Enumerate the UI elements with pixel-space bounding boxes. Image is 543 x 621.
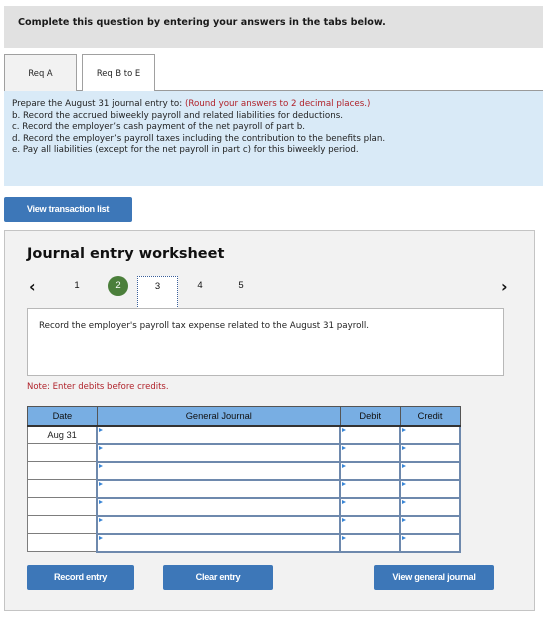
journal-row	[27, 442, 461, 463]
credit-input[interactable]	[399, 424, 461, 445]
account-input[interactable]	[96, 478, 342, 499]
date-cell	[27, 533, 98, 552]
debit-input[interactable]	[339, 496, 402, 517]
debit-input[interactable]	[339, 478, 402, 499]
date-cell	[27, 443, 98, 462]
journal-row	[27, 514, 461, 535]
step-4[interactable]: 4	[192, 276, 208, 296]
journal-row	[27, 460, 461, 481]
journal-entry-worksheet: Journal entry worksheet ‹ 1 2 3 4 5 › Re…	[4, 230, 535, 611]
general-journal-header: General Journal	[96, 406, 341, 427]
debit-input[interactable]	[339, 442, 402, 463]
prompt-item-b: b. Record the accrued biweekly payroll a…	[12, 110, 343, 121]
task-description: Record the employer's payroll tax expens…	[27, 308, 504, 376]
clear-entry-button[interactable]: Clear entry	[163, 565, 273, 590]
journal-table: Date General Journal Debit Credit Aug 31	[27, 406, 461, 553]
debit-input[interactable]	[339, 532, 402, 553]
rounding-hint: (Round your answers to 2 decimal places.…	[184, 99, 371, 109]
debit-input[interactable]	[339, 460, 402, 481]
requirement-prompt: Prepare the August 31 journal entry to: …	[4, 91, 543, 186]
prompt-item-e: e. Pay all liabilities (except for the n…	[12, 145, 359, 155]
prompt-item-c: c. Record the employer’s cash payment of…	[12, 122, 306, 132]
date-cell	[27, 479, 98, 498]
step-1[interactable]: 1	[69, 276, 85, 296]
prompt-intro-line: Prepare the August 31 journal entry to: …	[12, 99, 543, 111]
chevron-right-icon[interactable]: ›	[501, 277, 508, 296]
account-input[interactable]	[96, 442, 342, 463]
prompt-item-d: d. Record the employer’s payroll taxes i…	[12, 133, 386, 144]
credit-input[interactable]	[399, 532, 461, 553]
worksheet-title: Journal entry worksheet	[27, 246, 225, 262]
step-2-completed[interactable]: 2	[108, 276, 128, 296]
credit-input[interactable]	[399, 496, 461, 517]
date-cell: Aug 31	[27, 425, 98, 444]
account-input[interactable]	[96, 532, 342, 553]
step-3-current[interactable]: 3	[137, 276, 178, 311]
instructions-bar: Complete this question by entering your …	[4, 6, 543, 48]
credit-input[interactable]	[399, 514, 461, 535]
account-input[interactable]	[96, 514, 342, 535]
date-cell	[27, 461, 98, 480]
credit-input[interactable]	[399, 442, 461, 463]
account-input[interactable]	[96, 460, 342, 481]
journal-row: Aug 31	[27, 424, 461, 445]
tab-req-b-to-e[interactable]: Req B to E	[82, 54, 155, 92]
journal-row	[27, 532, 461, 553]
account-input[interactable]	[96, 496, 342, 517]
view-transaction-list-button[interactable]: View transaction list	[4, 197, 132, 222]
debits-note: Note: Enter debits before credits.	[27, 382, 169, 392]
date-header: Date	[27, 406, 98, 427]
journal-row	[27, 478, 461, 499]
credit-input[interactable]	[399, 478, 461, 499]
credit-input[interactable]	[399, 460, 461, 481]
tab-req-a[interactable]: Req A	[4, 54, 77, 91]
task-text: Record the employer's payroll tax expens…	[39, 321, 370, 331]
prompt-intro: Prepare the August 31 journal entry to:	[12, 99, 185, 109]
view-general-journal-button[interactable]: View general journal	[374, 565, 494, 590]
date-cell	[27, 497, 98, 516]
instructions-text: Complete this question by entering your …	[18, 17, 386, 28]
record-entry-button[interactable]: Record entry	[27, 565, 134, 590]
journal-row	[27, 496, 461, 517]
debit-header: Debit	[339, 406, 401, 427]
journal-header-row: Date General Journal Debit Credit	[27, 406, 461, 427]
account-input[interactable]	[96, 424, 342, 445]
chevron-left-icon[interactable]: ‹	[29, 277, 36, 296]
date-cell	[27, 515, 98, 534]
debit-input[interactable]	[339, 424, 402, 445]
requirement-tabs: Req A Req B to E	[4, 54, 543, 92]
step-5[interactable]: 5	[233, 276, 249, 296]
credit-header: Credit	[399, 406, 461, 427]
debit-input[interactable]	[339, 514, 402, 535]
